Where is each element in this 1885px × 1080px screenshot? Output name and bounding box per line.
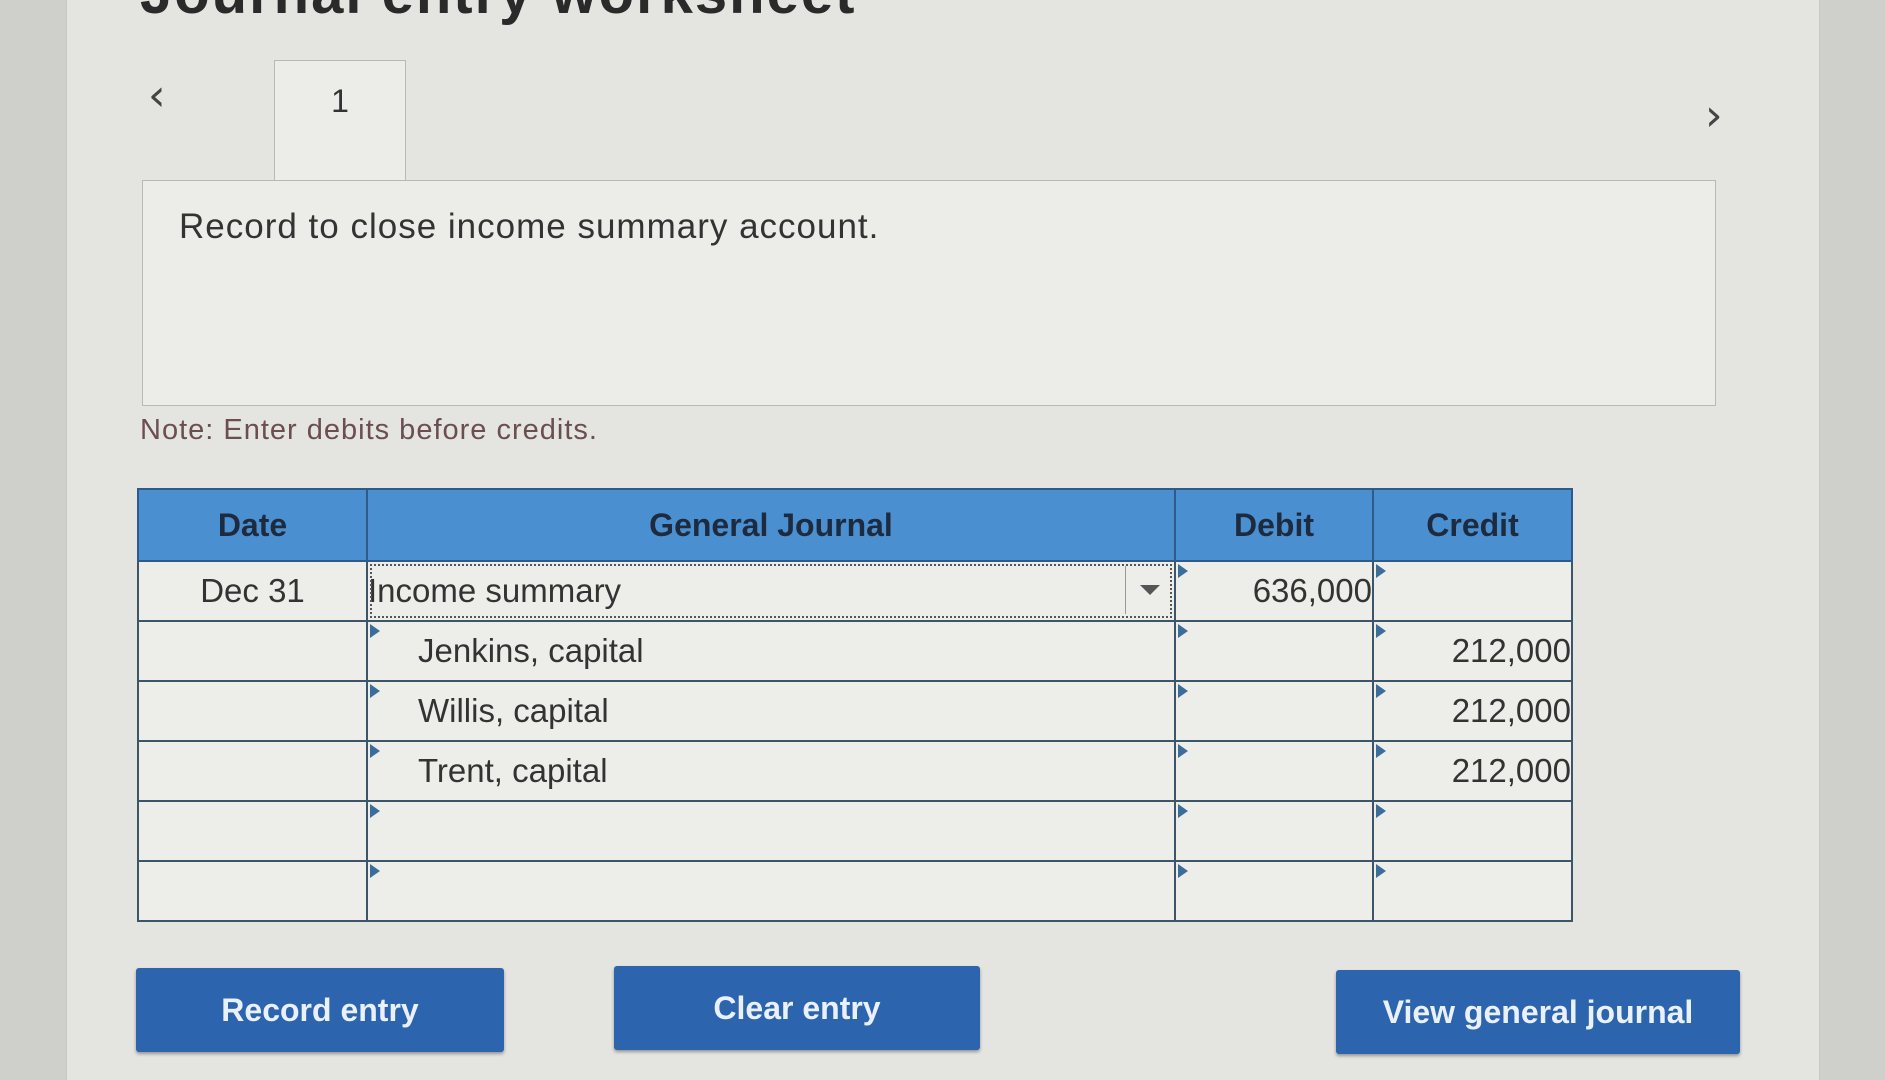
account-select[interactable]: Trent, capital (366, 740, 1176, 802)
header-date: Date (137, 488, 368, 562)
credit-value: 212,000 (1451, 632, 1571, 669)
debit-value: 636,000 (1252, 572, 1372, 609)
header-credit: Credit (1372, 488, 1573, 562)
account-select[interactable]: Income summary (366, 560, 1176, 622)
date-cell[interactable] (137, 680, 368, 742)
cell-marker-icon (370, 624, 380, 638)
cell-marker-icon (1178, 744, 1188, 758)
date-cell[interactable]: Dec 31 (137, 560, 368, 622)
debit-input[interactable] (1174, 800, 1374, 862)
account-value: Willis, capital (418, 692, 609, 729)
cell-marker-icon (1376, 684, 1386, 698)
account-select[interactable] (366, 800, 1176, 862)
tab-1[interactable]: 1 (274, 60, 406, 180)
credit-input[interactable]: 212,000 (1372, 740, 1573, 802)
date-cell[interactable] (137, 800, 368, 862)
account-select[interactable]: Jenkins, capital (366, 620, 1176, 682)
date-cell[interactable] (137, 860, 368, 922)
credit-input[interactable] (1372, 560, 1573, 622)
account-value: Income summary (368, 572, 622, 609)
cell-marker-icon (1376, 804, 1386, 818)
view-general-journal-button[interactable]: View general journal (1336, 970, 1740, 1054)
cell-marker-icon (1178, 564, 1188, 578)
cell-marker-icon (370, 744, 380, 758)
cell-marker-icon (1376, 864, 1386, 878)
instruction-box: Record to close income summary account. (142, 180, 1716, 406)
credit-value: 212,000 (1451, 692, 1571, 729)
clear-entry-button[interactable]: Clear entry (614, 966, 980, 1050)
debit-input[interactable] (1174, 860, 1374, 922)
record-entry-button[interactable]: Record entry (136, 968, 504, 1052)
page-title: Journal entry worksheet (140, 0, 856, 27)
credit-input[interactable]: 212,000 (1372, 620, 1573, 682)
account-select[interactable]: Willis, capital (366, 680, 1176, 742)
cell-marker-icon (1178, 684, 1188, 698)
account-select[interactable] (366, 860, 1176, 922)
cell-marker-icon (370, 804, 380, 818)
cell-marker-icon (370, 684, 380, 698)
date-cell[interactable] (137, 620, 368, 682)
chevron-left-icon[interactable]: ‹ (148, 70, 166, 121)
debit-input[interactable] (1174, 680, 1374, 742)
cell-marker-icon (1376, 744, 1386, 758)
instruction-text: Record to close income summary account. (179, 207, 880, 246)
credit-input[interactable] (1372, 860, 1573, 922)
chevron-right-icon[interactable]: › (1705, 90, 1723, 141)
debit-input[interactable]: 636,000 (1174, 560, 1374, 622)
cell-marker-icon (1376, 624, 1386, 638)
account-value: Trent, capital (418, 752, 608, 789)
note-text: Note: Enter debits before credits. (140, 414, 598, 446)
journal-table: Date General Journal Debit Credit Dec 31… (137, 488, 1573, 922)
debit-input[interactable] (1174, 620, 1374, 682)
chevron-down-icon[interactable] (1125, 566, 1174, 614)
cell-marker-icon (1376, 564, 1386, 578)
debit-input[interactable] (1174, 740, 1374, 802)
table-row: Trent, capital 212,000 (137, 740, 1573, 802)
table-row: Willis, capital 212,000 (137, 680, 1573, 742)
table-row (137, 860, 1573, 922)
cell-marker-icon (1178, 864, 1188, 878)
date-cell[interactable] (137, 740, 368, 802)
credit-input[interactable]: 212,000 (1372, 680, 1573, 742)
header-debit: Debit (1174, 488, 1374, 562)
table-row: Dec 31 Income summary 636,000 (137, 560, 1573, 622)
table-row (137, 800, 1573, 862)
table-row: Jenkins, capital 212,000 (137, 620, 1573, 682)
cell-marker-icon (370, 864, 380, 878)
cell-marker-icon (1178, 624, 1188, 638)
credit-value: 212,000 (1451, 752, 1571, 789)
header-general-journal: General Journal (366, 488, 1176, 562)
account-value: Jenkins, capital (418, 632, 644, 669)
cell-marker-icon (1178, 804, 1188, 818)
credit-input[interactable] (1372, 800, 1573, 862)
journal-header-row: Date General Journal Debit Credit (137, 488, 1573, 562)
